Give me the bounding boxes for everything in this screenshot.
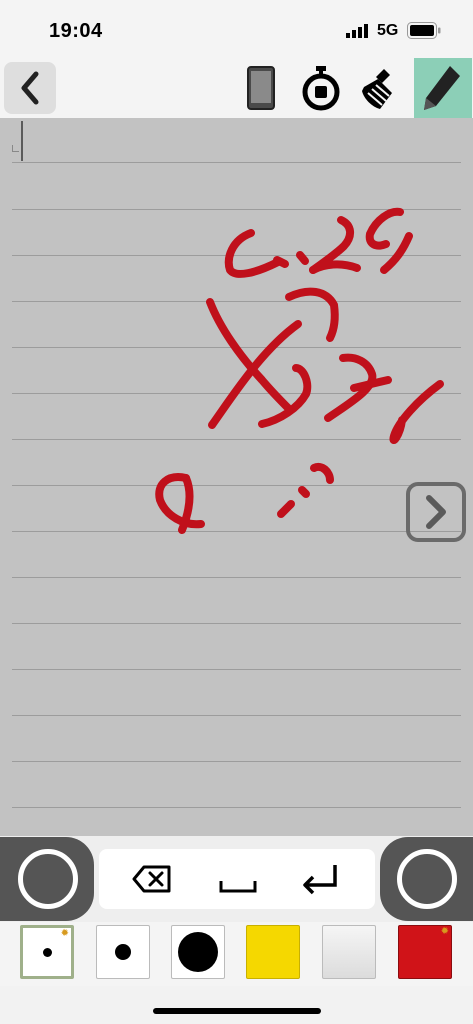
right-circle-button[interactable] xyxy=(397,849,457,909)
gear-icon: ✹ xyxy=(60,928,69,939)
pen-size-large[interactable] xyxy=(171,925,225,979)
large-dot-icon xyxy=(178,932,218,972)
left-side-panel xyxy=(0,837,94,921)
backspace-key[interactable] xyxy=(128,859,176,899)
gear-icon: ✹ xyxy=(440,926,449,937)
space-key[interactable] xyxy=(214,859,262,899)
backspace-icon xyxy=(132,865,171,893)
color-yellow[interactable] xyxy=(246,925,300,979)
return-icon xyxy=(303,865,337,895)
pen-size-small[interactable]: ✹ xyxy=(20,925,74,979)
medium-dot-icon xyxy=(115,944,131,960)
space-icon xyxy=(219,881,257,893)
chevron-right-icon xyxy=(426,495,446,529)
home-indicator xyxy=(153,1008,321,1014)
next-button[interactable] xyxy=(406,482,466,542)
color-white[interactable] xyxy=(322,925,376,979)
right-side-panel xyxy=(380,837,473,921)
left-circle-button[interactable] xyxy=(18,849,78,909)
small-dot-icon xyxy=(42,947,52,957)
pen-size-medium[interactable] xyxy=(96,925,150,979)
enter-key[interactable] xyxy=(297,859,345,899)
key-panel xyxy=(99,849,375,909)
color-red[interactable]: ✹ xyxy=(398,925,452,979)
